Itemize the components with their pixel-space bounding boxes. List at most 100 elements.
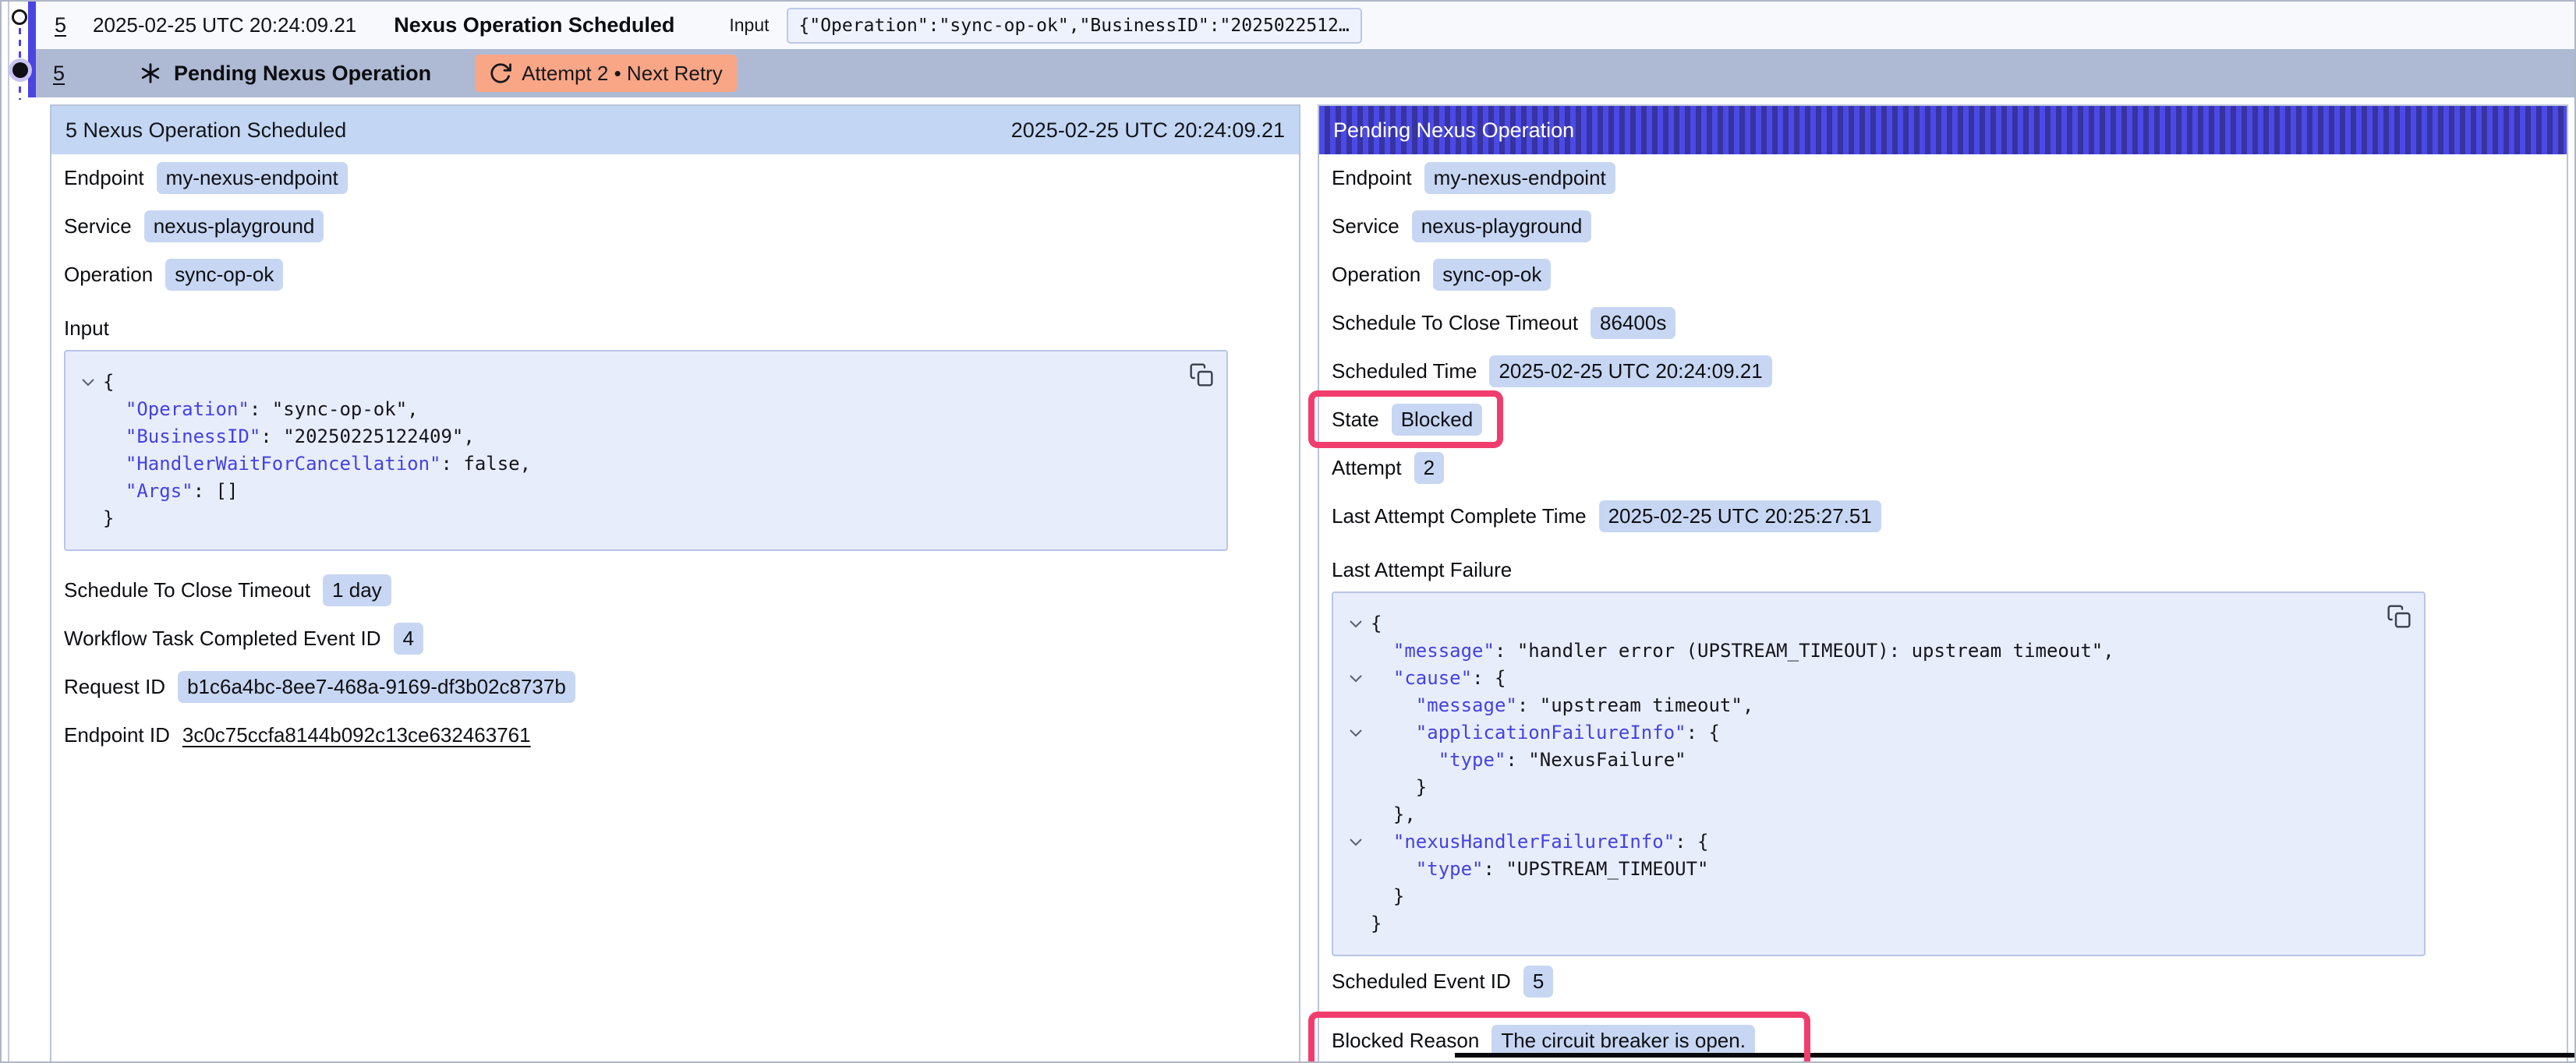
code-line: "nexusHandlerFailureInfo": {: [1341, 828, 2408, 856]
code-line: "Operation": "sync-op-ok",: [73, 396, 1211, 423]
field-label: Schedule To Close Timeout: [64, 578, 310, 602]
code-text: }: [1371, 774, 1427, 801]
collapse-chevron-icon[interactable]: [1341, 828, 1371, 856]
code-line: "cause": {: [1341, 665, 2408, 692]
code-text: "nexusHandlerFailureInfo": {: [1371, 828, 1709, 856]
code-text: {: [1371, 610, 1382, 637]
copy-icon[interactable]: [2387, 604, 2411, 631]
code-gutter: [1341, 747, 1371, 774]
pending-fields-bottom: Scheduled Event ID5 Blocked ReasonThe cir…: [1332, 966, 2554, 1056]
collapse-chevron-icon[interactable]: [1341, 665, 1371, 692]
code-text: }: [103, 505, 114, 532]
pending-fields-top: Endpointmy-nexus-endpoint Service nexus-pl…: [1332, 162, 2554, 532]
field-value: nexus-playground: [144, 210, 324, 242]
event-input-preview[interactable]: {"Operation":"sync-op-ok","BusinessID":"…: [787, 8, 1362, 44]
scheduled-fields-bottom: Schedule To Close Timeout 1 day Workflow T…: [64, 574, 1286, 750]
field-row-attempt: Attempt2: [1332, 452, 2554, 483]
field-label: Last Attempt Complete Time: [1332, 504, 1587, 528]
field-label: Service: [1332, 214, 1399, 238]
code-line: "applicationFailureInfo": {: [1341, 719, 2408, 747]
field-row-state: StateBlocked: [1332, 404, 2554, 435]
code-line: {: [1341, 610, 2408, 637]
timeline-current-icon: [12, 62, 28, 78]
field-row-last-attempt-complete-time: Last Attempt Complete Time2025-02-25 UTC…: [1332, 500, 2554, 532]
field-label: Operation: [1332, 263, 1421, 287]
code-line: "type": "UPSTREAM_TIMEOUT": [1341, 856, 2408, 883]
code-gutter: [73, 505, 103, 532]
event-id-link[interactable]: 5: [53, 62, 65, 86]
field-label: Service: [64, 214, 132, 238]
field-row-request-id: Request IDb1c6a4bc-8ee7-468a-9169-df3b02…: [64, 671, 1286, 702]
event-history-view: 5 2025-02-25 UTC 20:24:09.21 Nexus Opera…: [0, 0, 2576, 1063]
code-line: "message": "upstream timeout",: [1341, 692, 2408, 719]
code-text: "HandlerWaitForCancellation": false,: [103, 450, 531, 478]
field-value: sync-op-ok: [1433, 259, 1551, 291]
code-text: {: [103, 369, 114, 396]
code-line: },: [1341, 801, 2408, 828]
code-line: {: [73, 369, 1211, 396]
scheduled-panel-timestamp: 2025-02-25 UTC 20:24:09.21: [1011, 118, 1285, 143]
field-row-endpoint-id: Endpoint ID3c0c75ccfa8144b092c13ce632463…: [64, 719, 1286, 750]
pending-operation-panel: Pending Nexus Operation Endpointmy-nexus…: [1318, 104, 2568, 1061]
code-gutter: [1341, 883, 1371, 910]
pending-event-name: Pending Nexus Operation: [174, 62, 431, 86]
field-label: Endpoint: [1332, 166, 1412, 190]
asterisk-icon: [140, 62, 161, 84]
field-value: 86400s: [1591, 307, 1675, 339]
failure-section-label: Last Attempt Failure: [1332, 558, 2554, 582]
field-label: Endpoint: [64, 166, 144, 190]
input-json: { "Operation": "sync-op-ok", "BusinessID…: [73, 369, 1211, 532]
detail-panels: 5 Nexus Operation Scheduled 2025-02-25 U…: [50, 104, 2568, 1061]
pending-panel-title: Pending Nexus Operation: [1333, 118, 1574, 143]
field-label: Request ID: [64, 675, 165, 699]
field-value: Blocked: [1392, 404, 1483, 436]
field-row-scheduled-event-id: Scheduled Event ID5: [1332, 966, 2554, 997]
timeline-accent-bar: [28, 2, 36, 97]
field-label: Blocked Reason: [1332, 1029, 1479, 1053]
collapse-chevron-icon[interactable]: [73, 369, 103, 396]
code-line: "BusinessID": "20250225122409",: [73, 423, 1211, 450]
pending-panel-header: Pending Nexus Operation: [1319, 106, 2567, 154]
event-row-scheduled[interactable]: 5 2025-02-25 UTC 20:24:09.21 Nexus Opera…: [36, 2, 2574, 49]
scheduled-fields-top: Endpointmy-nexus-endpoint Service nexus-pl…: [64, 162, 1286, 290]
code-text: }: [1371, 883, 1404, 910]
code-line: }: [1341, 774, 2408, 801]
retry-badge: Attempt 2 • Next Retry: [475, 55, 737, 92]
failure-code-block: { "message": "handler error (UPSTREAM_TI…: [1332, 592, 2426, 956]
event-row-pending[interactable]: 5 Pending Nexus Operation: [36, 49, 2574, 97]
retry-badge-label: Attempt 2 • Next Retry: [522, 62, 723, 86]
code-text: "type": "NexusFailure": [1371, 747, 1686, 774]
code-text: "type": "UPSTREAM_TIMEOUT": [1371, 856, 1708, 883]
code-gutter: [73, 396, 103, 423]
field-row-blocked-reason: Blocked ReasonThe circuit breaker is ope…: [1332, 1025, 2554, 1056]
code-gutter: [73, 478, 103, 505]
field-row-schedule-to-close-timeout: Schedule To Close Timeout86400s: [1332, 307, 2554, 338]
field-value: nexus-playground: [1412, 210, 1592, 242]
input-code-block: { "Operation": "sync-op-ok", "BusinessID…: [64, 350, 1228, 551]
code-text: "message": "handler error (UPSTREAM_TIME…: [1371, 637, 2114, 665]
field-value: 5: [1523, 966, 1553, 998]
code-text: "message": "upstream timeout",: [1371, 692, 1753, 719]
field-row-workflow-task-completed-event-id: Workflow Task Completed Event ID4: [64, 623, 1286, 654]
code-line: }: [1341, 883, 2408, 910]
field-label: Operation: [64, 263, 153, 287]
field-value: 2025-02-25 UTC 20:24:09.21: [1489, 355, 1771, 387]
code-text: }: [1371, 910, 1382, 938]
collapse-chevron-icon[interactable]: [1341, 719, 1371, 747]
field-value[interactable]: 3c0c75ccfa8144b092c13ce632463761: [182, 723, 531, 747]
code-text: "BusinessID": "20250225122409",: [103, 423, 475, 450]
code-text: "applicationFailureInfo": {: [1371, 719, 1720, 747]
field-row-endpoint: Endpointmy-nexus-endpoint: [64, 162, 1286, 193]
bottom-edge-line: [1455, 1053, 2574, 1058]
scheduled-event-panel: 5 Nexus Operation Scheduled 2025-02-25 U…: [50, 104, 1300, 1061]
scheduled-panel-header: 5 Nexus Operation Scheduled 2025-02-25 U…: [51, 106, 1299, 154]
collapse-chevron-icon[interactable]: [1341, 610, 1371, 637]
copy-icon[interactable]: [1189, 362, 1214, 390]
event-name: Nexus Operation Scheduled: [394, 13, 674, 37]
code-gutter: [1341, 692, 1371, 719]
field-value: 1 day: [323, 574, 391, 606]
code-gutter: [1341, 637, 1371, 665]
field-row-endpoint: Endpointmy-nexus-endpoint: [1332, 162, 2554, 193]
event-id-link[interactable]: 5: [55, 13, 66, 37]
left-hairline: [8, 2, 9, 1061]
